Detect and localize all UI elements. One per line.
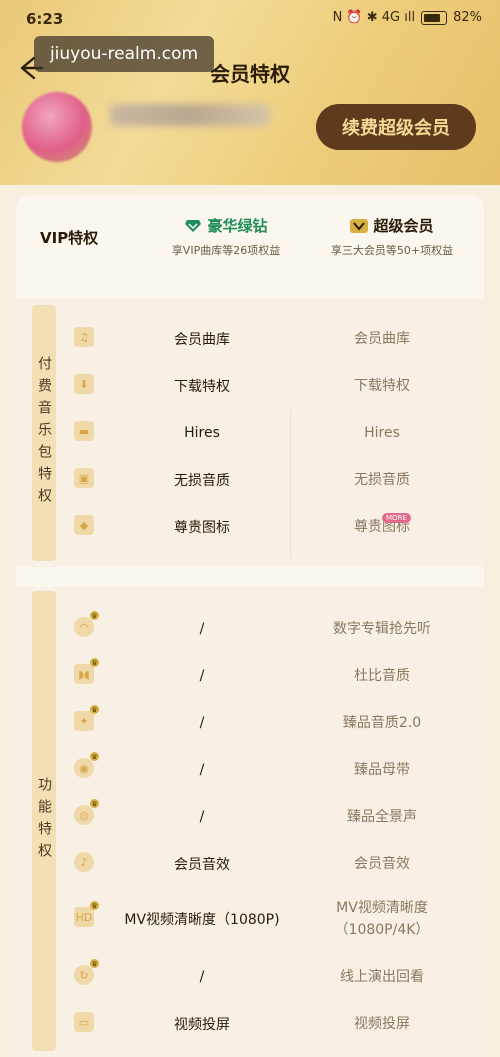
green-cell: Hires xyxy=(184,424,220,441)
status-time: 6:23 xyxy=(26,10,64,28)
dolby-icon: ◗◖ xyxy=(74,664,94,684)
table-row: ◆ 尊贵图标 尊贵图标 MORE xyxy=(16,503,484,550)
disc-icon: ◉ xyxy=(74,758,94,778)
crown-icon: ♛ xyxy=(90,752,99,761)
username-blurred xyxy=(110,104,270,126)
green-cell: 尊贵图标 xyxy=(174,519,230,536)
watermark: jiuyou-realm.com xyxy=(34,36,214,72)
gold-cell: 臻品全景声 xyxy=(347,808,417,825)
gold-cell: MV视频清晰度（1080P/4K） xyxy=(334,900,430,938)
green-diamond-icon xyxy=(185,219,202,232)
gold-cell: Hires xyxy=(364,424,400,441)
table-row: ▣ 无损音质 无损音质 xyxy=(16,456,484,503)
green-cell: MV视频清晰度（1080P) xyxy=(124,912,280,928)
table-row: ♫ 会员曲库 会员曲库 xyxy=(16,315,484,362)
green-cell: / xyxy=(199,761,205,778)
gold-cell: 会员音效 xyxy=(354,855,410,872)
feature-section: 功能特权 ◠ ♛ / 数字专辑抢先听 ◗◖ ♛ / 杜比音质 ✦ ♛ / 臻品音质2.… xyxy=(16,587,484,1057)
green-diamond-column-header[interactable]: 豪华绿钻 享VIP曲库等26项权益 xyxy=(146,215,306,258)
download-icon: ⬇ xyxy=(74,374,94,394)
privilege-table: VIP特权 豪华绿钻 享VIP曲库等26项权益 超级会员 享三大会员等50+项权… xyxy=(16,195,484,1057)
super-vip-name: 超级会员 xyxy=(373,217,434,235)
gold-cell: 臻品音质2.0 xyxy=(342,714,422,731)
lossless-icon: ▣ xyxy=(74,468,94,488)
gold-cell: 线上演出回看 xyxy=(340,968,424,985)
green-cell: / xyxy=(199,808,205,825)
green-cell: 无损音质 xyxy=(174,472,230,489)
quality-icon: ✦ xyxy=(74,711,94,731)
sound-effect-icon: ♪ xyxy=(74,852,94,872)
more-badge: MORE xyxy=(382,513,411,523)
renew-super-vip-button[interactable]: 续费超级会员 xyxy=(316,104,476,150)
crown-icon: ♛ xyxy=(90,611,99,620)
table-row: ◠ ♛ / 数字专辑抢先听 xyxy=(16,605,484,652)
gold-cell: 臻品母带 xyxy=(354,761,410,778)
crown-icon: ♛ xyxy=(90,658,99,667)
green-cell: 视频投屏 xyxy=(174,1016,230,1033)
cast-icon: ▭ xyxy=(74,1012,94,1032)
super-vip-subtitle: 享三大会员等50+项权益 xyxy=(330,244,454,257)
gold-cell: 尊贵图标 xyxy=(354,518,410,535)
gold-cell: 会员曲库 xyxy=(354,330,410,347)
green-cell: 会员音效 xyxy=(174,856,230,873)
crown-icon: ♛ xyxy=(90,705,99,714)
green-cell: / xyxy=(199,620,205,637)
headphones-icon: ◠ xyxy=(74,617,94,637)
avatar[interactable] xyxy=(22,92,92,162)
gold-cell: 数字专辑抢先听 xyxy=(333,620,431,637)
table-row: ▬ Hires Hires xyxy=(16,409,484,456)
gold-cell: 视频投屏 xyxy=(354,1015,410,1032)
vip-privilege-header: VIP特权 xyxy=(40,229,99,247)
green-diamond-name: 豪华绿钻 xyxy=(207,217,268,235)
green-cell: / xyxy=(199,968,205,985)
diamond-icon: ◆ xyxy=(74,515,94,535)
green-diamond-subtitle: 享VIP曲库等26项权益 xyxy=(171,244,281,257)
battery-level: 82% xyxy=(453,10,482,25)
mv-hd-icon: HD xyxy=(74,907,94,927)
table-row: ✦ ♛ / 臻品音质2.0 xyxy=(16,699,484,746)
battery-icon xyxy=(421,10,448,25)
green-cell: 会员曲库 xyxy=(174,331,230,348)
music-note-icon: ♫ xyxy=(74,327,94,347)
green-cell: / xyxy=(199,714,205,731)
gold-cell: 杜比音质 xyxy=(354,667,410,684)
status-icons-text: N ⏰ ✱ 4G ıll xyxy=(332,10,416,25)
header-banner: 6:23 N ⏰ ✱ 4G ıll 82% 会员特权 jiuyou-realm.… xyxy=(0,0,500,185)
status-icons: N ⏰ ✱ 4G ıll 82% xyxy=(333,10,482,25)
crown-icon: ♛ xyxy=(90,959,99,968)
table-row: HD ♛ MV视频清晰度（1080P) MV视频清晰度（1080P/4K） xyxy=(16,889,484,949)
table-row: ◗◖ ♛ / 杜比音质 xyxy=(16,652,484,699)
table-row: ↻ ♛ / 线上演出回看 xyxy=(16,953,484,1000)
replay-icon: ↻ xyxy=(74,965,94,985)
table-row: ♪ 会员音效 会员音效 xyxy=(16,840,484,887)
surround-icon: ◎ xyxy=(74,805,94,825)
table-row: ◎ ♛ / 臻品全景声 xyxy=(16,793,484,840)
table-row: ⬇ 下载特权 下载特权 xyxy=(16,362,484,409)
gold-cell: 无损音质 xyxy=(354,471,410,488)
paid-music-section: 付费音乐包特权 ♫ 会员曲库 会员曲库 ⬇ 下载特权 下载特权 ▬ Hires … xyxy=(16,299,484,567)
crown-icon: ♛ xyxy=(90,901,99,910)
crown-icon: ♛ xyxy=(90,799,99,808)
green-cell: 下载特权 xyxy=(174,378,230,395)
hires-icon: ▬ xyxy=(74,421,94,441)
table-row: ▭ 视频投屏 视频投屏 xyxy=(16,1000,484,1047)
table-header: VIP特权 豪华绿钻 享VIP曲库等26项权益 超级会员 享三大会员等50+项权… xyxy=(16,195,484,277)
status-bar: 6:23 N ⏰ ✱ 4G ıll 82% xyxy=(0,8,500,30)
super-vip-column-header[interactable]: 超级会员 享三大会员等50+项权益 xyxy=(312,215,472,258)
table-row: ◉ ♛ / 臻品母带 xyxy=(16,746,484,793)
gold-cell: 下载特权 xyxy=(354,377,410,394)
green-cell: / xyxy=(199,667,205,684)
super-vip-icon xyxy=(350,218,369,233)
